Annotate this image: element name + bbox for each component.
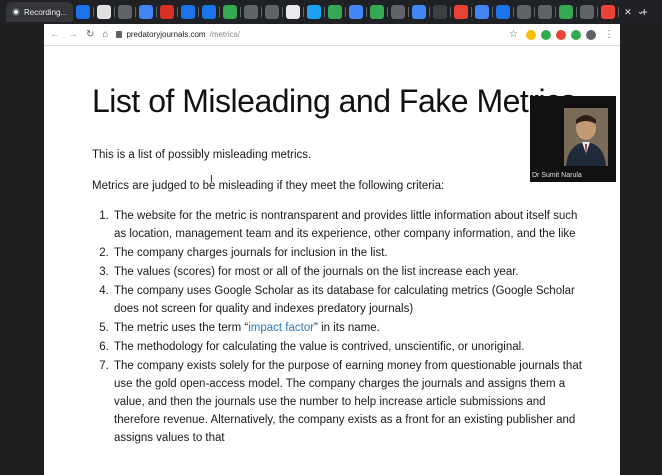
- tab-favicon-icon[interactable]: [433, 5, 448, 19]
- tab-separator: [345, 7, 347, 17]
- menu-icon[interactable]: ⋮: [604, 29, 614, 40]
- criteria-item: The company uses Google Scholar as its d…: [112, 282, 592, 318]
- tab-favicon-icon[interactable]: [496, 5, 511, 19]
- tab-separator: [177, 7, 179, 17]
- webcam-overlay: Dr Sumit Narula: [530, 96, 616, 182]
- impact-factor-link[interactable]: impact factor: [248, 322, 314, 334]
- tab-favicon-icon[interactable]: [244, 5, 259, 19]
- extension-icon[interactable]: [556, 29, 566, 40]
- tab-favicon-icon[interactable]: [559, 5, 574, 19]
- tab-favicon-icon[interactable]: [97, 5, 112, 19]
- tab-separator: [240, 7, 242, 17]
- presenter-video: [564, 108, 608, 166]
- close-tab-icon[interactable]: ✕: [624, 7, 632, 18]
- extensions-group: [526, 29, 596, 40]
- extension-icon[interactable]: [526, 29, 536, 40]
- tab-favicon-icon[interactable]: [139, 5, 154, 19]
- criteria-item: The company exists solely for the purpos…: [112, 357, 592, 447]
- criteria-item: The company charges journals for inclusi…: [112, 244, 592, 262]
- tab-favicon-icon[interactable]: [538, 5, 553, 19]
- tab-separator: [492, 7, 494, 17]
- tab-favicon-icon[interactable]: [580, 5, 595, 19]
- tab-favicon-icon[interactable]: [181, 5, 196, 19]
- tab-favicon-icon[interactable]: [76, 5, 91, 19]
- extension-icon[interactable]: [571, 29, 581, 40]
- presenter-name: Dr Sumit Narula: [532, 172, 582, 179]
- criteria-item: The website for the metric is nontranspa…: [112, 207, 592, 243]
- intro-text: This is a list of possibly misleading me…: [92, 149, 312, 161]
- tab-favicon-icon[interactable]: [202, 5, 217, 19]
- tab-favicon-icon[interactable]: [118, 5, 133, 19]
- back-button[interactable]: ←: [50, 29, 60, 40]
- tab-separator: [555, 7, 557, 17]
- record-icon: [12, 8, 20, 16]
- tab-separator: [576, 7, 578, 17]
- tab-separator: [408, 7, 410, 17]
- tab-separator: [198, 7, 200, 17]
- tab-separator: [114, 7, 116, 17]
- tab-recording[interactable]: Recording...: [6, 2, 74, 22]
- tab-separator: [429, 7, 431, 17]
- tab-favicon-icon[interactable]: [454, 5, 469, 19]
- tab-favicon-icon[interactable]: [475, 5, 490, 19]
- criteria-item: The metric uses the term “impact factor”…: [112, 319, 592, 337]
- bookmark-star-icon[interactable]: ☆: [509, 29, 518, 40]
- tab-label: Recording...: [24, 7, 68, 17]
- tab-separator: [156, 7, 158, 17]
- address-bar[interactable]: predatoryjournals.com/metrics/: [116, 27, 501, 43]
- tab-favicon-icon[interactable]: [412, 5, 427, 19]
- tab-separator: [450, 7, 452, 17]
- tab-separator: [597, 7, 599, 17]
- text-cursor-icon: I: [210, 174, 213, 185]
- page-title: List of Misleading and Fake Metrics: [92, 83, 577, 119]
- criteria-intro-text: Metrics are judged to be misleading if t…: [92, 180, 445, 192]
- tab-list: [76, 5, 620, 19]
- home-button[interactable]: ⌂: [102, 29, 108, 40]
- tab-separator: [93, 7, 95, 17]
- url-host: predatoryjournals.com: [126, 30, 206, 39]
- tab-favicon-icon[interactable]: [349, 5, 364, 19]
- criteria-item: The methodology for calculating the valu…: [112, 338, 592, 356]
- forward-button[interactable]: →: [68, 29, 78, 40]
- tab-favicon-icon[interactable]: [286, 5, 301, 19]
- tab-separator: [513, 7, 515, 17]
- tab-favicon-icon[interactable]: [223, 5, 238, 19]
- tab-strip: Recording... ✕ + ⌄: [0, 0, 662, 24]
- tab-favicon-icon[interactable]: [328, 5, 343, 19]
- tab-separator: [135, 7, 137, 17]
- tab-favicon-icon[interactable]: [370, 5, 385, 19]
- extension-icon[interactable]: [586, 29, 596, 40]
- tab-favicon-icon[interactable]: [160, 5, 175, 19]
- url-path: /metrics/: [209, 30, 240, 39]
- criteria-item: The values (scores) for most or all of t…: [112, 263, 592, 281]
- tab-separator: [534, 7, 536, 17]
- tab-separator: [618, 7, 620, 17]
- extension-icon[interactable]: [541, 29, 551, 40]
- tab-separator: [324, 7, 326, 17]
- lock-icon: [116, 31, 123, 38]
- reload-button[interactable]: ↻: [86, 29, 94, 40]
- scrollbar[interactable]: [620, 46, 628, 475]
- tab-separator: [282, 7, 284, 17]
- tab-separator: [471, 7, 473, 17]
- tab-separator: [261, 7, 263, 17]
- criteria-list: The website for the metric is nontranspa…: [92, 207, 592, 447]
- tab-favicon-icon[interactable]: [517, 5, 532, 19]
- tab-favicon-icon[interactable]: [601, 5, 616, 19]
- article: List of Misleading and Fake Metrics This…: [92, 82, 592, 448]
- tab-separator: [219, 7, 221, 17]
- tab-separator: [303, 7, 305, 17]
- tab-search-chevron-icon[interactable]: ⌄: [637, 7, 644, 16]
- tab-favicon-icon[interactable]: [391, 5, 406, 19]
- tab-favicon-icon[interactable]: [307, 5, 322, 19]
- browser-toolbar: ← → ↻ ⌂ predatoryjournals.com/metrics/ ☆…: [44, 24, 620, 46]
- tab-separator: [366, 7, 368, 17]
- tab-favicon-icon[interactable]: [265, 5, 280, 19]
- tab-separator: [387, 7, 389, 17]
- presenter-silhouette-icon: [564, 108, 608, 166]
